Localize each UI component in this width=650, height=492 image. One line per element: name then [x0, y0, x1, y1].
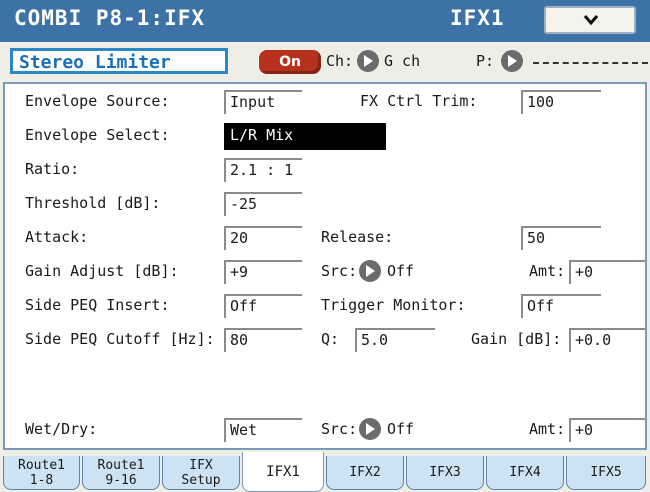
effect-name: Stereo Limiter [19, 52, 171, 73]
tab-sublabel: Setup [181, 473, 221, 488]
attack-label: Attack: [25, 228, 89, 246]
p-value-placeholder [533, 62, 648, 64]
wet-amt-value: +0 [575, 421, 594, 439]
page-indicator: IFX1 [450, 6, 505, 30]
release-value: 50 [527, 229, 546, 247]
q-label: Q: [321, 330, 340, 348]
side-gain-value: +0.0 [575, 331, 612, 349]
tab-label: Route1 [97, 458, 145, 473]
wet-amt-field[interactable]: +0 [569, 418, 645, 442]
threshold-field[interactable]: -25 [224, 192, 302, 216]
page-tabs: Route1 1-8 Route1 9-16 IFX Setup IFX1 IF… [0, 452, 650, 492]
release-field[interactable]: 50 [521, 226, 601, 250]
gain-amt-value: +0 [575, 263, 594, 281]
ratio-value: 2.1 : 1 [230, 161, 294, 179]
page-menu-button[interactable] [544, 6, 636, 34]
ch-value: G ch [384, 52, 421, 70]
fx-ctrl-trim-field[interactable]: 100 [521, 90, 601, 114]
tab-label: Route1 [18, 458, 65, 473]
tab-label: IFX [189, 458, 213, 473]
gain-src-button[interactable] [359, 260, 381, 282]
tab-ifx5[interactable]: IFX5 [566, 456, 646, 490]
ratio-label: Ratio: [25, 160, 80, 178]
side-peq-insert-field[interactable]: Off [224, 294, 302, 318]
trigger-monitor-field[interactable]: Off [521, 294, 601, 318]
q-field[interactable]: 5.0 [355, 328, 435, 352]
parameter-panel: Envelope Source: Input FX Ctrl Trim: 100… [3, 82, 647, 450]
chevron-down-icon [583, 15, 599, 26]
attack-field[interactable]: 20 [224, 226, 302, 250]
envelope-select-field[interactable]: L/R Mix [224, 123, 386, 150]
ch-select-button[interactable] [357, 50, 379, 72]
tab-ifx-setup[interactable]: IFX Setup [162, 456, 240, 490]
wet-src-label: Src: [321, 420, 358, 438]
release-label: Release: [321, 228, 394, 246]
side-gain-label: Gain [dB]: [471, 330, 562, 348]
tab-sublabel: 9-16 [105, 473, 137, 488]
arrow-right-icon [364, 55, 373, 67]
side-gain-field[interactable]: +0.0 [569, 328, 645, 352]
ratio-field[interactable]: 2.1 : 1 [224, 158, 302, 182]
tab-sublabel: 1-8 [29, 473, 54, 488]
envelope-source-label: Envelope Source: [25, 92, 170, 110]
tab-ifx2[interactable]: IFX2 [326, 456, 404, 490]
gain-src-value[interactable]: Off [387, 262, 414, 280]
side-peq-cutoff-field[interactable]: 80 [224, 328, 302, 352]
effect-type-select[interactable]: Stereo Limiter [10, 48, 228, 74]
wet-dry-value: Wet [230, 421, 258, 439]
title-bar: COMBI P8-1:IFX IFX1 [0, 0, 650, 42]
fx-ctrl-trim-label: FX Ctrl Trim: [360, 92, 478, 110]
gain-amt-field[interactable]: +0 [569, 260, 645, 284]
threshold-label: Threshold [dB]: [25, 194, 161, 212]
tab-ifx3[interactable]: IFX3 [406, 456, 484, 490]
gain-adjust-field[interactable]: +9 [224, 260, 302, 284]
side-peq-insert-label: Side PEQ Insert: [25, 296, 170, 314]
threshold-value: -25 [230, 195, 258, 213]
wet-src-value[interactable]: Off [387, 420, 414, 438]
side-peq-insert-value: Off [230, 297, 258, 315]
p-label: P: [476, 52, 495, 70]
fx-ctrl-trim-value: 100 [527, 93, 555, 111]
arrow-right-icon [366, 265, 375, 277]
ch-label: Ch: [326, 52, 354, 70]
wet-src-button[interactable] [359, 418, 381, 440]
gain-adjust-value: +9 [230, 263, 249, 281]
wet-amt-label: Amt: [529, 420, 566, 438]
gain-adjust-label: Gain Adjust [dB]: [25, 262, 179, 280]
tab-route1-1-8[interactable]: Route1 1-8 [3, 456, 80, 490]
tab-ifx1[interactable]: IFX1 [242, 452, 324, 492]
effect-on-button[interactable]: On [259, 50, 321, 74]
envelope-select-value: L/R Mix [230, 126, 294, 144]
side-peq-cutoff-label: Side PEQ Cutoff [Hz]: [25, 330, 215, 348]
trigger-monitor-label: Trigger Monitor: [321, 296, 466, 314]
attack-value: 20 [230, 229, 249, 247]
korg-display: COMBI P8-1:IFX IFX1 Stereo Limiter On Ch… [0, 0, 650, 492]
gain-amt-label: Amt: [529, 262, 566, 280]
page-title: COMBI P8-1:IFX [14, 6, 206, 30]
tab-route1-9-16[interactable]: Route1 9-16 [82, 456, 160, 490]
arrow-right-icon [508, 55, 517, 67]
gain-src-label: Src: [321, 262, 358, 280]
side-peq-cutoff-value: 80 [230, 331, 249, 349]
envelope-source-value: Input [230, 93, 276, 111]
wet-dry-field[interactable]: Wet [224, 418, 302, 442]
wet-dry-label: Wet/Dry: [25, 420, 98, 438]
envelope-source-field[interactable]: Input [224, 90, 302, 114]
arrow-right-icon [366, 423, 375, 435]
tab-ifx4[interactable]: IFX4 [486, 456, 564, 490]
p-select-button[interactable] [501, 50, 523, 72]
trigger-monitor-value: Off [527, 297, 555, 315]
effect-header: Stereo Limiter On Ch: G ch P: [0, 42, 650, 80]
q-value: 5.0 [361, 331, 389, 349]
envelope-select-label: Envelope Select: [25, 126, 170, 144]
